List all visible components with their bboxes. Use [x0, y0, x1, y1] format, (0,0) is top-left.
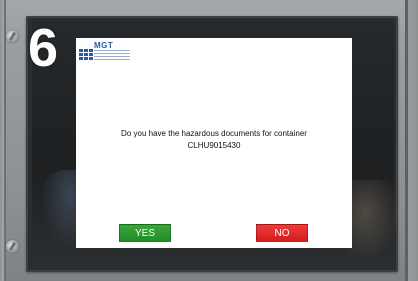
company-logo: MGT — [79, 41, 131, 63]
step-number-overlay: 6 — [28, 18, 59, 78]
container-id: CLHU9015430 — [187, 141, 241, 150]
question-text: Do you have the hazardous documents for … — [76, 128, 352, 152]
logo-subtext-lines — [94, 50, 130, 61]
logo-grid-icon — [79, 49, 93, 61]
screw-icon — [6, 240, 19, 253]
question-line-1: Do you have the hazardous documents for … — [121, 129, 307, 138]
screw-icon — [6, 30, 19, 43]
no-button[interactable]: NO — [256, 224, 308, 242]
yes-button[interactable]: YES — [119, 224, 171, 242]
logo-text: MGT — [94, 41, 114, 50]
confirmation-dialog: MGT Do you have the hazardous documents … — [76, 38, 352, 248]
